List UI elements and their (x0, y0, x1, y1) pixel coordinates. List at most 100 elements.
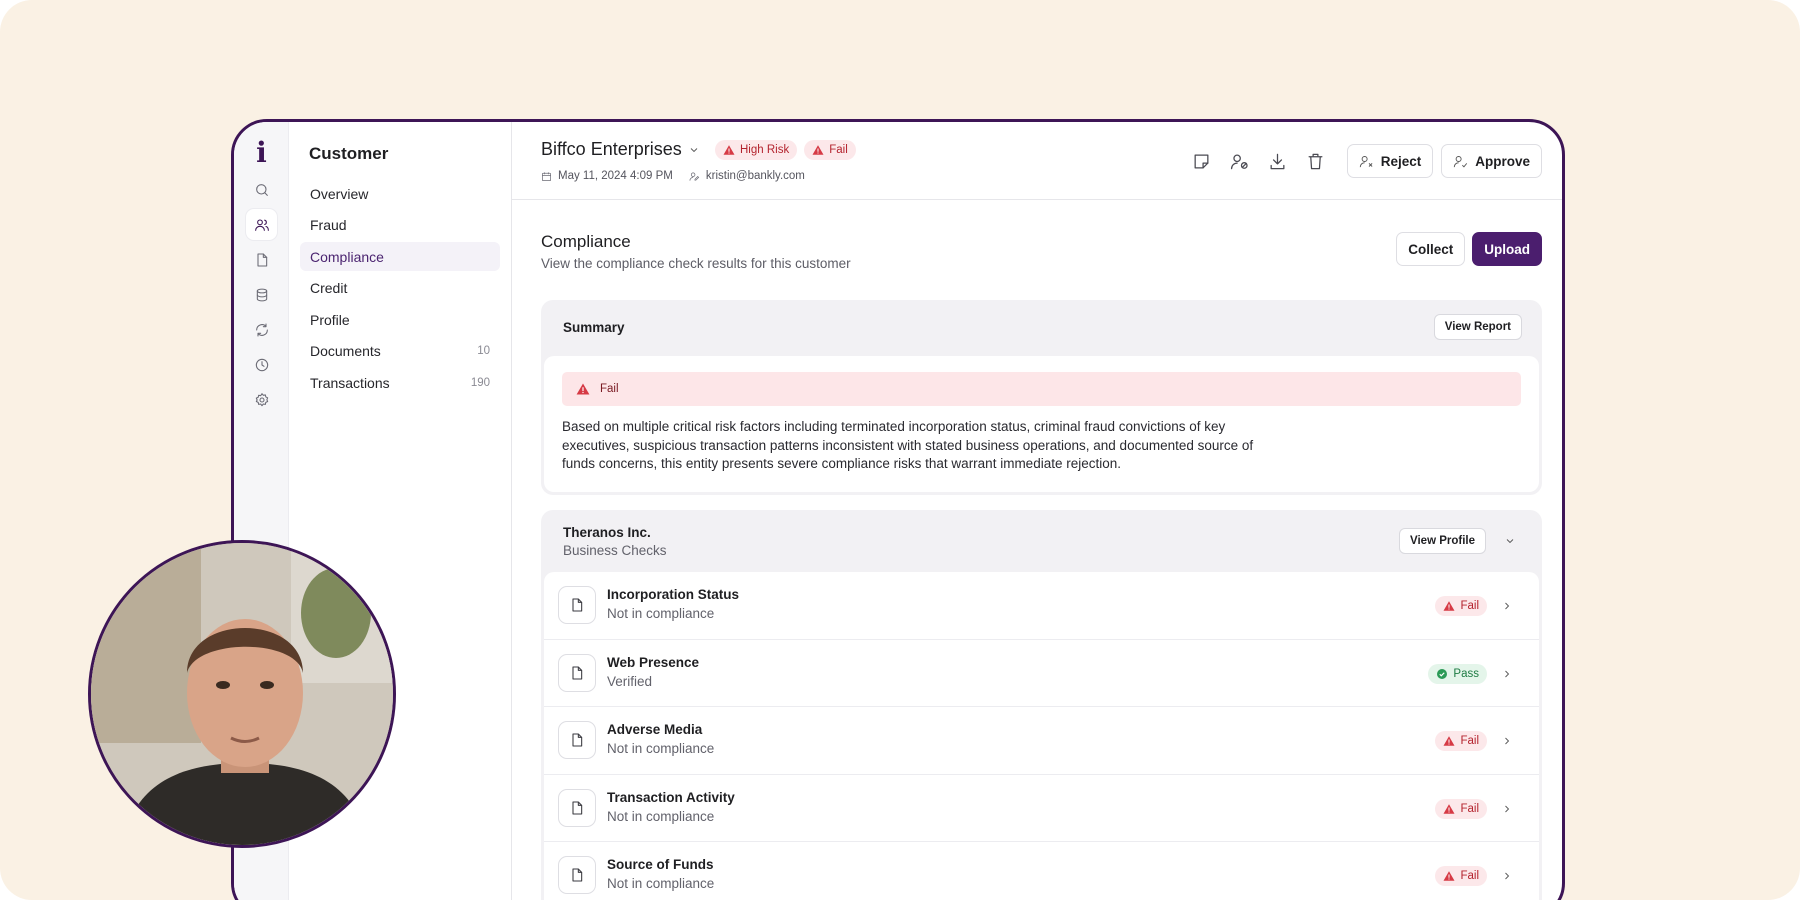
user-x-icon (1359, 155, 1373, 167)
business-checks-card: Theranos Inc. Business Checks View Profi… (541, 510, 1542, 900)
check-row-web-presence[interactable]: Web Presence Verified Pass (544, 640, 1539, 707)
check-status: Fail (1460, 802, 1479, 815)
entity-meta: May 11, 2024 4:09 PM kristin@bankly.com (541, 170, 805, 182)
nav-item-label: Transactions (310, 374, 390, 391)
entity-name: Biffco Enterprises (541, 139, 682, 159)
app-window: i Customer Overview Fraud Compliance Cre… (231, 119, 1565, 900)
reject-label: Reject (1380, 153, 1422, 169)
upload-button[interactable]: Upload (1472, 232, 1542, 266)
nav-item-transactions[interactable]: Transactions 190 (300, 368, 500, 397)
check-status: Pass (1453, 667, 1479, 680)
check-title: Source of Funds (607, 857, 714, 872)
nav-item-overview[interactable]: Overview (300, 179, 500, 208)
nav-item-count: 10 (477, 344, 490, 357)
check-title: Transaction Activity (607, 789, 735, 805)
nav-item-label: Credit (310, 279, 348, 296)
business-subtitle: Business Checks (563, 543, 667, 558)
collect-button[interactable]: Collect (1396, 232, 1466, 266)
nav-item-label: Profile (310, 311, 350, 328)
business-name: Theranos Inc. (563, 525, 651, 540)
file-icon (558, 721, 596, 759)
badge-label: High Risk (740, 144, 790, 156)
nav-item-label: Overview (310, 185, 369, 202)
file-icon (558, 788, 596, 827)
check-status-badge: Pass (1428, 663, 1487, 684)
nav-item-label: Compliance (310, 248, 384, 265)
approve-label: Approve (1475, 153, 1530, 169)
nav-item-profile[interactable]: Profile (300, 305, 500, 334)
refresh-icon[interactable] (246, 314, 277, 345)
presenter-video (88, 540, 396, 848)
summary-card: Summary View Report Fail Based on multip… (541, 300, 1542, 495)
note-icon[interactable] (1187, 146, 1217, 176)
check-status-badge: Fail (1435, 866, 1487, 886)
download-icon[interactable] (1263, 146, 1293, 176)
clock-icon[interactable] (246, 349, 277, 380)
nav-title: Customer (309, 144, 389, 163)
chevron-down-icon (690, 147, 698, 152)
nav-item-documents[interactable]: Documents 10 (300, 336, 500, 365)
summary-header: Summary View Report (541, 300, 1542, 356)
check-status: Fail (1460, 600, 1479, 612)
users-icon[interactable] (246, 209, 277, 240)
stage-background: i Customer Overview Fraud Compliance Cre… (0, 0, 1800, 900)
business-header: Theranos Inc. Business Checks View Profi… (541, 510, 1542, 572)
check-row-transaction-activity[interactable]: Transaction Activity Not in compliance F… (544, 775, 1539, 842)
nav-item-label: Fraud (310, 216, 347, 233)
high-risk-badge: High Risk (715, 140, 798, 160)
view-profile-button[interactable]: View Profile (1399, 528, 1486, 554)
section-subtitle: View the compliance check results for th… (541, 256, 851, 271)
database-icon[interactable] (246, 279, 277, 310)
summary-status: Fail (600, 383, 619, 395)
warning-icon (1443, 803, 1455, 814)
created-date: May 11, 2024 4:09 PM (558, 170, 673, 182)
owner-email: kristin@bankly.com (705, 170, 805, 182)
nav-item-compliance[interactable]: Compliance (300, 242, 500, 271)
summary-status-banner: Fail (562, 372, 1521, 406)
warning-icon (1443, 871, 1455, 881)
warning-icon (812, 145, 824, 155)
warning-icon (576, 383, 590, 395)
warning-icon (723, 145, 735, 155)
entity-switcher[interactable]: Biffco Enterprises (541, 139, 700, 160)
file-icon (558, 653, 596, 692)
reject-button[interactable]: Reject (1346, 144, 1434, 178)
main-content: Biffco Enterprises High Risk Fail May 11… (512, 122, 1562, 900)
check-row-adverse-media[interactable]: Adverse Media Not in compliance Fail (544, 707, 1539, 775)
approve-button[interactable]: Approve (1441, 144, 1542, 178)
nav-item-fraud[interactable]: Fraud (300, 210, 500, 239)
trash-icon[interactable] (1301, 146, 1331, 176)
document-icon[interactable] (246, 244, 277, 275)
check-status: Fail (1460, 735, 1479, 747)
calendar-icon (542, 171, 551, 181)
view-report-button[interactable]: View Report (1433, 314, 1522, 340)
check-title: Incorporation Status (607, 587, 740, 602)
risk-badges: High Risk Fail (715, 140, 856, 160)
check-subtitle: Not in compliance (607, 808, 715, 824)
check-subtitle: Not in compliance (607, 606, 715, 621)
check-row-incorporation[interactable]: Incorporation Status Not in compliance F… (544, 572, 1539, 640)
summary-text: Based on multiple critical risk factors … (562, 419, 1254, 471)
check-subtitle: Verified (607, 673, 653, 689)
chevron-right-icon (1505, 737, 1510, 745)
header-toolbar: Reject Approve (1187, 144, 1542, 178)
search-icon[interactable] (246, 174, 277, 205)
compliance-actions: Collect Upload (1396, 232, 1542, 266)
check-status-badge: Fail (1435, 731, 1487, 751)
chevron-right-icon (1505, 670, 1510, 677)
user-block-icon[interactable] (1225, 146, 1255, 176)
app-logo: i (256, 136, 267, 169)
nav-item-credit[interactable]: Credit (300, 273, 500, 302)
compliance-header: Compliance View the compliance check res… (541, 232, 851, 271)
warning-icon (1443, 736, 1455, 746)
check-status-badge: Fail (1435, 798, 1487, 819)
badge-label: Fail (829, 144, 848, 156)
gear-icon[interactable] (246, 384, 277, 415)
warning-icon (1443, 601, 1455, 611)
nav-item-label: Documents (310, 342, 381, 359)
user-edit-icon (689, 171, 700, 181)
section-title: Compliance (541, 232, 631, 251)
chevron-down-icon[interactable] (1504, 535, 1516, 547)
check-row-source-of-funds[interactable]: Source of Funds Not in compliance Fail (544, 842, 1539, 900)
check-circle-icon (1437, 668, 1448, 679)
